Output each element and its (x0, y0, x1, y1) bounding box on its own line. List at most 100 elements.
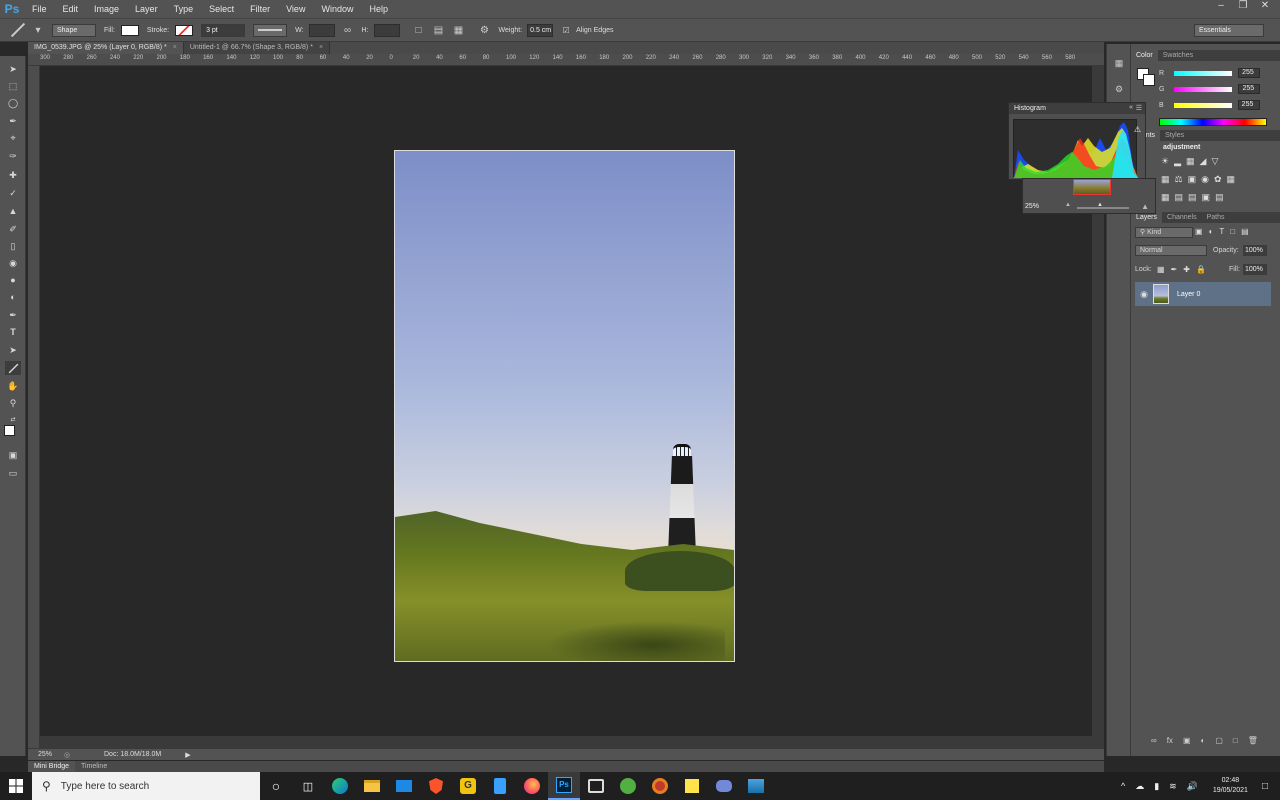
tab-img-0539[interactable]: IMG_0539.JPG @ 25% (Layer 0, RGB/8) * × (28, 42, 184, 54)
exposure-icon[interactable]: ◢ (1200, 156, 1207, 167)
discord-icon[interactable] (708, 772, 740, 800)
pixel-filter-icon[interactable]: ▣ (1195, 227, 1203, 236)
task-view-icon[interactable]: ◫ (292, 772, 324, 800)
workspace-select[interactable]: Essentials (1194, 24, 1264, 37)
menu-help[interactable]: Help (361, 4, 396, 14)
network-app-icon[interactable] (580, 772, 612, 800)
link-icon[interactable]: ∞ (340, 22, 356, 38)
photos-app-icon[interactable] (740, 772, 772, 800)
healing-brush-tool-icon[interactable]: ✚ (5, 168, 21, 182)
lock-pixels-icon[interactable]: ✒ (1171, 265, 1178, 274)
smart-object-filter-icon[interactable]: ▤ (1241, 227, 1249, 236)
document-image-lighthouse[interactable] (394, 150, 735, 662)
path-operations-icon[interactable]: □ (411, 22, 427, 38)
line-tool-active-icon[interactable] (5, 361, 21, 375)
navigator-panel[interactable]: 25% ▲ ▲ ▲ (1022, 178, 1156, 214)
move-tool-icon[interactable]: ➤ (5, 62, 21, 76)
tab-channels[interactable]: Channels (1162, 212, 1202, 223)
menu-filter[interactable]: Filter (242, 4, 278, 14)
layer-filter-select[interactable]: ⚲ Kind (1135, 227, 1193, 238)
screen-mode-icon[interactable]: ▭ (5, 466, 21, 480)
zoom-in-icon[interactable]: ▲ (1141, 202, 1149, 211)
black-white-icon[interactable]: ▣ (1188, 174, 1197, 185)
lock-all-icon[interactable]: 🔒 (1196, 265, 1206, 274)
crop-tool-icon[interactable]: ⌖ (5, 131, 21, 145)
menu-edit[interactable]: Edit (55, 4, 87, 14)
properties-panel-icon[interactable]: ⚙ (1112, 84, 1126, 98)
path-alignment-icon[interactable]: ▤ (431, 22, 447, 38)
green-slider[interactable]: G 255 (1159, 83, 1261, 95)
gear-icon[interactable]: ⚙ (477, 22, 493, 38)
panel-collapse-icon[interactable]: « (1129, 104, 1133, 111)
mail-icon[interactable] (388, 772, 420, 800)
adjustment-filter-icon[interactable]: ◐ (1209, 227, 1214, 236)
restore-icon[interactable]: ❐ (1232, 0, 1254, 14)
height-field[interactable] (373, 23, 400, 37)
tab-mini-bridge[interactable]: Mini Bridge (28, 761, 76, 772)
zoom-out-icon[interactable]: ▲ (1065, 202, 1071, 208)
type-tool-icon[interactable]: T (5, 325, 21, 339)
color-balance-icon[interactable]: ⚖ (1175, 174, 1183, 185)
tool-preset-dropdown-icon[interactable]: ▾ (30, 22, 46, 38)
curves-icon[interactable]: ▦ (1186, 156, 1195, 167)
eye-icon[interactable]: ◉ (1135, 289, 1153, 300)
photoshop-taskbar-icon[interactable]: Ps (548, 772, 580, 800)
volume-icon[interactable]: 🔊 (1187, 781, 1198, 792)
clone-stamp-tool-icon[interactable]: ▲ (5, 204, 21, 218)
horizontal-ruler[interactable]: 300 280 260 240 220 200 180 160 140 120 100 80 60 40 2… (28, 54, 1104, 66)
quick-select-tool-icon[interactable]: ✒ (5, 114, 21, 128)
horizontal-scrollbar[interactable] (40, 736, 1092, 748)
green-value[interactable]: 255 (1238, 84, 1261, 94)
red-value[interactable]: 255 (1238, 68, 1261, 78)
menu-type[interactable]: Type (166, 4, 202, 14)
chevron-up-icon[interactable]: ^ (1121, 781, 1125, 791)
tool-mode-select[interactable]: Shape (52, 23, 96, 37)
panel-menu-icon[interactable]: ☰ (1136, 104, 1142, 112)
new-layer-icon[interactable]: □ (1233, 736, 1238, 745)
tab-swatches[interactable]: Swatches (1158, 50, 1198, 61)
wifi-icon[interactable]: ≋ (1169, 781, 1177, 792)
fill-swatch[interactable] (120, 24, 139, 36)
layer-style-icon[interactable]: fx (1167, 736, 1173, 745)
blue-value[interactable]: 255 (1237, 100, 1260, 110)
close-icon[interactable]: ✕ (1254, 0, 1276, 14)
history-brush-tool-icon[interactable]: ✐ (5, 222, 21, 236)
recorder-app-icon[interactable] (644, 772, 676, 800)
eraser-tool-icon[interactable]: ▯ (5, 239, 21, 253)
paint-bucket-tool-icon[interactable]: ◉ (5, 256, 21, 270)
weight-field[interactable]: 0.5 cm (527, 23, 554, 37)
cloud-icon[interactable]: ☁ (1135, 781, 1144, 792)
menu-file[interactable]: File (24, 4, 55, 14)
levels-icon[interactable]: ▂ (1174, 156, 1181, 167)
red-slider[interactable]: R 255 (1159, 67, 1261, 79)
status-info-icon[interactable]: ◎ (64, 751, 104, 759)
menu-view[interactable]: View (278, 4, 313, 14)
path-selection-tool-icon[interactable]: ➤ (5, 343, 21, 357)
width-field[interactable] (308, 23, 335, 37)
layer-name[interactable]: Layer 0 (1177, 291, 1200, 298)
channel-mixer-icon[interactable]: ✿ (1214, 174, 1222, 185)
calculator-icon[interactable] (484, 772, 516, 800)
stroke-width-field[interactable]: 3 pt (201, 23, 246, 37)
invert-icon[interactable]: ▦ (1161, 192, 1170, 203)
link-layers-icon[interactable]: ∞ (1151, 736, 1157, 745)
shape-filter-icon[interactable]: □ (1230, 227, 1235, 236)
firefox-icon[interactable] (516, 772, 548, 800)
lasso-tool-icon[interactable]: ◯ (5, 96, 21, 110)
marquee-tool-icon[interactable]: ⬚ (5, 79, 21, 93)
layer-row[interactable]: ◉ Layer 0 (1135, 282, 1271, 306)
delete-layer-icon[interactable]: 🗑 (1248, 736, 1258, 745)
color-spectrum-bar[interactable] (1159, 118, 1267, 126)
eyedropper-tool-icon[interactable]: ✑ (5, 149, 21, 163)
threshold-icon[interactable]: ▤ (1188, 192, 1197, 203)
brightness-icon[interactable]: ☀ (1161, 156, 1169, 167)
zoom-slider-thumb-icon[interactable]: ▲ (1097, 202, 1103, 208)
menu-image[interactable]: Image (86, 4, 127, 14)
add-mask-icon[interactable]: ▣ (1183, 736, 1191, 745)
menu-window[interactable]: Window (313, 4, 361, 14)
dodge-tool-icon[interactable]: ◐ (5, 290, 21, 304)
selective-color-icon[interactable]: ▣ (1202, 192, 1211, 203)
pen-tool-icon[interactable]: ✒ (5, 308, 21, 322)
menu-select[interactable]: Select (201, 4, 242, 14)
cortana-icon[interactable]: ○ (260, 772, 292, 800)
